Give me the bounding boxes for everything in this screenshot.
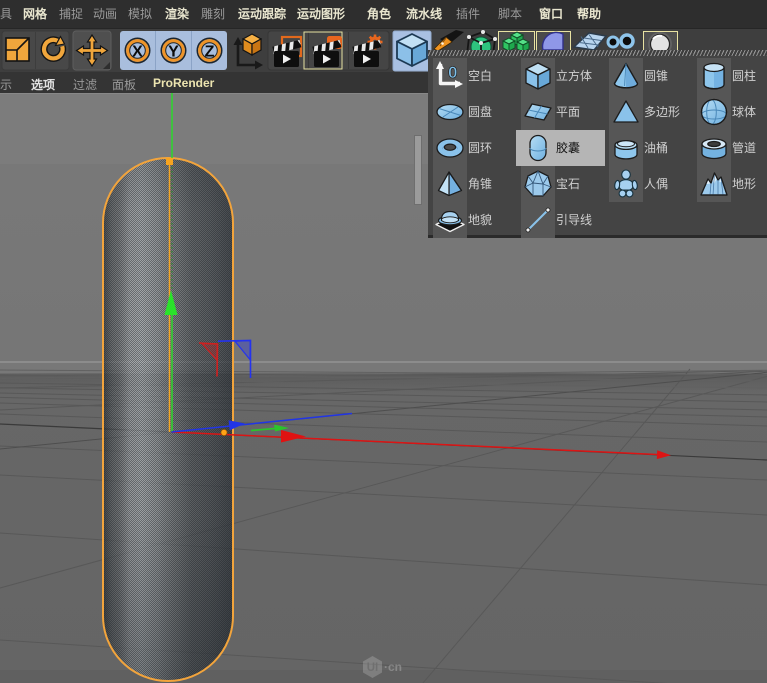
svg-text:X: X xyxy=(132,44,143,61)
svg-text:立方体: 立方体 xyxy=(556,68,592,83)
svg-text:角锥: 角锥 xyxy=(468,177,492,191)
svg-text:圆环: 圆环 xyxy=(468,141,492,155)
svg-text:·cn: ·cn xyxy=(384,660,402,674)
svg-text:多边形: 多边形 xyxy=(644,105,680,119)
svg-text:Z: Z xyxy=(205,44,215,61)
svg-text:Y: Y xyxy=(168,44,179,61)
svg-text:圆柱: 圆柱 xyxy=(732,68,756,83)
svg-text:人偶: 人偶 xyxy=(644,177,668,191)
svg-text:胶囊: 胶囊 xyxy=(556,140,580,155)
svg-text:UI: UI xyxy=(367,662,379,674)
svg-text:管道: 管道 xyxy=(732,140,756,155)
svg-text:地貌: 地貌 xyxy=(468,212,492,227)
svg-text:空白: 空白 xyxy=(468,68,492,83)
svg-text:球体: 球体 xyxy=(732,105,756,119)
svg-text:圆盘: 圆盘 xyxy=(468,104,492,119)
svg-text:圆锥: 圆锥 xyxy=(644,69,668,83)
svg-text:油桶: 油桶 xyxy=(644,140,668,155)
svg-text:0: 0 xyxy=(448,63,457,82)
svg-text:平面: 平面 xyxy=(556,105,580,119)
svg-text:地形: 地形 xyxy=(732,177,756,191)
svg-text:宝石: 宝石 xyxy=(556,177,580,191)
svg-text:引导线: 引导线 xyxy=(556,213,592,227)
